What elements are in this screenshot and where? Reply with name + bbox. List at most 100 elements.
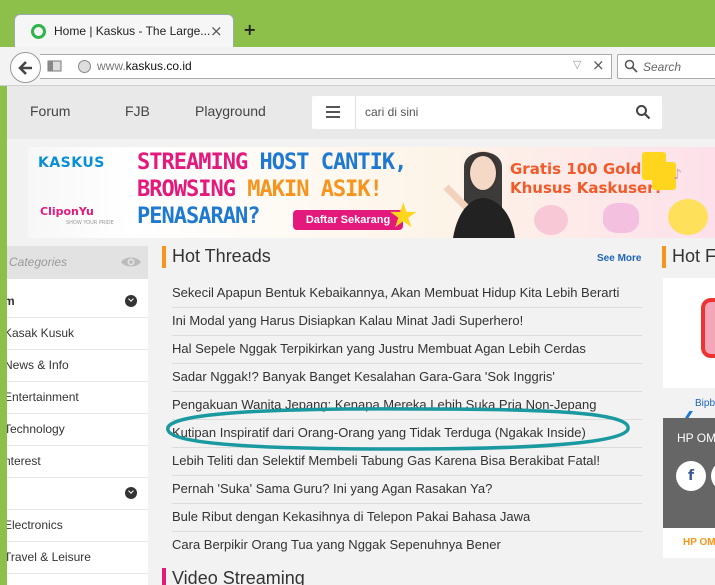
right-section-title: Hot F [662, 246, 715, 268]
sidebar-item-group[interactable] [7, 478, 148, 510]
site-search-icon[interactable] [635, 104, 651, 120]
address-bar[interactable]: www.kaskus.co.id ▽ × [40, 54, 612, 79]
thread-title[interactable]: Sekecil Apapun Bentuk Kebaikannya, Akan … [172, 285, 619, 300]
right-card-text: HP OM [677, 431, 715, 445]
site-nav: Forum FJB Playground cari di sini [7, 86, 715, 139]
thread-item[interactable]: Ini Modal yang Harus Disiapkan Kalau Min… [172, 308, 642, 336]
nav-fjb[interactable]: FJB [125, 103, 150, 119]
url-clear-icon[interactable]: × [592, 56, 605, 74]
thread-item[interactable]: Sekecil Apapun Bentuk Kebaikannya, Akan … [172, 280, 642, 308]
sidebar-item-label: m [7, 294, 15, 308]
thread-title[interactable]: Bule Ribut dengan Kekasihnya di Telepon … [172, 509, 530, 524]
right-link[interactable]: Bipb [695, 398, 715, 409]
sidebar-item-main[interactable]: m [7, 286, 148, 318]
site-search-box[interactable]: cari di sini [312, 96, 662, 129]
browser-tab[interactable]: Home | Kaskus - The Large... × [14, 14, 234, 48]
sidebar-item-label: Electronics [7, 518, 63, 532]
thread-item-highlighted[interactable]: Kutipan Inspiratif dari Orang-Orang yang… [172, 420, 642, 448]
globe-icon [78, 60, 91, 73]
ad-banner[interactable]: KASKUS CliponYu SHOW YOUR PRIDE STREAMIN… [28, 147, 715, 238]
thread-title[interactable]: Cara Berpikir Orang Tua yang Nggak Sepen… [172, 537, 501, 552]
cartoon-character-2 [603, 203, 639, 233]
categories-sidebar: Categories m Kasak Kusuk News & Info Ent… [7, 246, 148, 585]
sidebar-item-travel-leisure[interactable]: Travel & Leisure [7, 542, 148, 574]
nav-forum[interactable]: Forum [30, 103, 70, 119]
url-text[interactable]: www.kaskus.co.id [97, 59, 192, 73]
browser-navbar: www.kaskus.co.id ▽ × Search [0, 47, 715, 86]
thread-title[interactable]: Pengakuan Wanita Jepang: Kenapa Mereka L… [172, 397, 596, 412]
sidebar-item-label: nterest [7, 454, 41, 468]
cliponyu-logo: CliponYu [40, 205, 94, 218]
right-column: Hot F Bipb ❮ HP OM f HP OM [662, 246, 715, 585]
browser-search-bar[interactable]: Search [617, 54, 715, 79]
thread-title[interactable]: Lebih Teliti dan Selektif Membeli Tabung… [172, 453, 600, 468]
thread-title[interactable]: Ini Modal yang Harus Disiapkan Kalau Min… [172, 313, 523, 328]
see-more-link[interactable]: See More [597, 253, 641, 264]
chevron-down-icon[interactable] [125, 487, 137, 499]
browser-search-placeholder: Search [643, 60, 682, 74]
back-button[interactable] [10, 52, 41, 83]
back-arrow-icon [18, 61, 32, 75]
cartoon-character-1 [534, 205, 568, 235]
right-dark-card[interactable]: HP OM f [663, 418, 715, 528]
nav-playground[interactable]: Playground [195, 103, 266, 119]
sidebar-item-entertainment[interactable]: Entertainment [7, 382, 148, 414]
cliponyu-tagline: SHOW YOUR PRIDE [66, 220, 114, 226]
sidebar-item-news-info[interactable]: News & Info [7, 350, 148, 382]
thread-title[interactable]: Sadar Nggak!? Banyak Banget Kesalahan Ga… [172, 369, 555, 384]
thread-title[interactable]: Kutipan Inspiratif dari Orang-Orang yang… [172, 425, 586, 440]
product-image [701, 298, 715, 358]
video-streaming-title: Video Streaming [162, 568, 305, 585]
facebook-icon[interactable]: f [676, 461, 706, 491]
sidebar-item-label: News & Info [7, 358, 69, 372]
menu-icon[interactable] [326, 106, 340, 118]
star-icon: ★ [388, 196, 419, 236]
tab-close-icon[interactable]: × [210, 22, 223, 40]
banner-line-3: PENASARAN? [137, 204, 260, 229]
thread-item[interactable]: Sadar Nggak!? Banyak Banget Kesalahan Ga… [172, 364, 642, 392]
thread-item[interactable]: Lebih Teliti dan Selektif Membeli Tabung… [172, 448, 642, 476]
thread-item[interactable]: Pernah 'Suka' Sama Guru? Ini yang Agan R… [172, 476, 642, 504]
url-dropdown-icon[interactable]: ▽ [573, 58, 581, 71]
search-divider [355, 96, 356, 129]
thread-title[interactable]: Pernah 'Suka' Sama Guru? Ini yang Agan R… [172, 481, 492, 496]
gold-coin-icon [642, 152, 666, 180]
sidebar-item-technology[interactable]: Technology [7, 414, 148, 446]
page-content: Forum FJB Playground cari di sini KASKUS… [7, 86, 715, 585]
thread-item[interactable]: Hal Sepele Nggak Terpikirkan yang Justru… [172, 336, 642, 364]
tab-title: Home | Kaskus - The Large... [54, 24, 211, 38]
search-icon [624, 59, 638, 73]
eye-icon[interactable] [120, 255, 142, 269]
kaskus-favicon-icon [31, 24, 46, 39]
thread-item[interactable]: Cara Berpikir Orang Tua yang Nggak Sepen… [172, 532, 642, 560]
bookmarks-icon[interactable] [47, 59, 62, 73]
banner-line-1: STREAMING HOST CANTIK, [137, 150, 407, 175]
new-tab-button[interactable]: + [243, 20, 256, 39]
sidebar-item-label: Entertainment [7, 390, 79, 404]
right-card-footer-text: HP OM [683, 537, 715, 548]
hot-threads-title: Hot Threads [162, 246, 271, 268]
right-product-card[interactable] [663, 278, 715, 388]
thread-title[interactable]: Hal Sepele Nggak Terpikirkan yang Justru… [172, 341, 586, 356]
hot-threads-section: Hot Threads See More Sekecil Apapun Bent… [162, 246, 648, 585]
sidebar-item-label: Kasak Kusuk [7, 326, 75, 340]
thread-item[interactable]: Bule Ribut dengan Kekasihnya di Telepon … [172, 504, 642, 532]
sidebar-item-label: Technology [7, 422, 65, 436]
cartoon-character-3 [668, 199, 708, 235]
thread-item[interactable]: Pengakuan Wanita Jepang: Kenapa Mereka L… [172, 392, 642, 420]
music-note-icon: ♪ [673, 167, 682, 183]
categories-header: Categories [7, 246, 148, 279]
sidebar-item-label: Travel & Leisure [7, 550, 91, 564]
banner-line-2: BROWSING MAKIN ASIK! [137, 177, 383, 202]
register-cta-button[interactable]: Daftar Sekarang [293, 210, 403, 230]
sidebar-item-electronics[interactable]: Electronics [7, 510, 148, 542]
twitter-icon[interactable] [711, 461, 715, 491]
sidebar-item-kasak-kusuk[interactable]: Kasak Kusuk [7, 318, 148, 350]
gold-promo: Gratis 100 Gold Khusus Kaskuser! [510, 160, 662, 197]
chevron-down-icon[interactable] [125, 295, 137, 307]
sidebar-item-interest[interactable]: nterest [7, 446, 148, 478]
kaskus-logo: KASKUS [38, 155, 105, 171]
site-search-input[interactable]: cari di sini [365, 105, 418, 119]
tab-strip: Home | Kaskus - The Large... × + [0, 0, 715, 48]
right-card-footer[interactable]: HP OM [663, 528, 715, 558]
